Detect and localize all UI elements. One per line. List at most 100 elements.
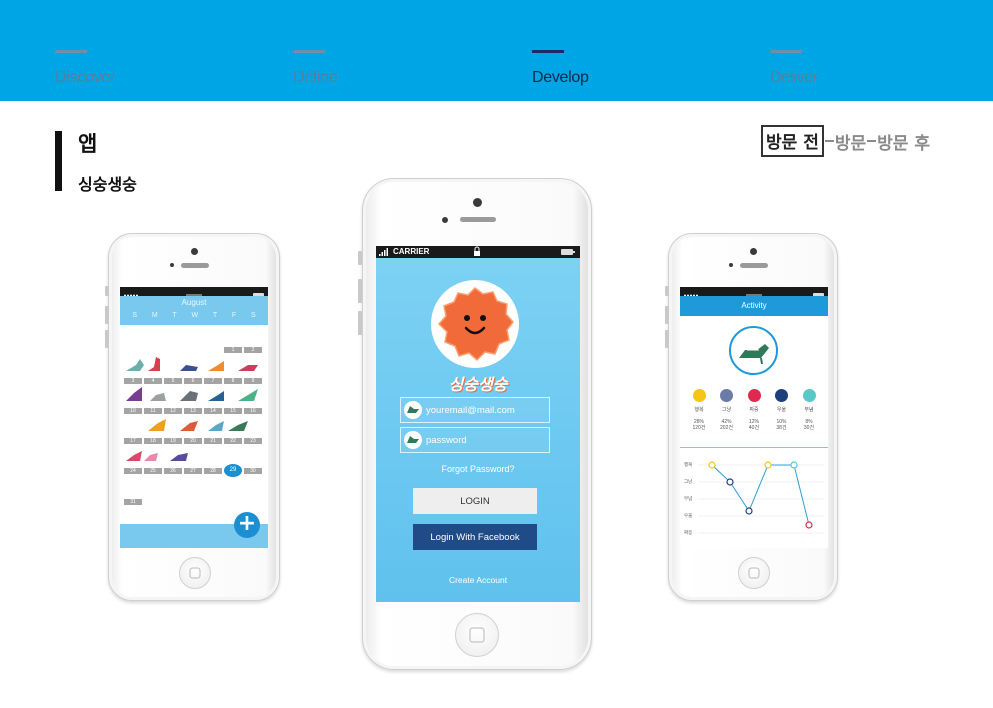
calendar-day[interactable]: 5 xyxy=(164,378,182,384)
calendar-day xyxy=(184,347,202,353)
calendar-day[interactable]: 23 xyxy=(244,438,262,444)
calendar-day[interactable]: 31 xyxy=(124,499,142,505)
home-square-icon xyxy=(189,567,201,579)
facebook-login-button[interactable]: Login With Facebook xyxy=(413,524,537,550)
stage-tick xyxy=(293,50,325,53)
calendar-week: 24 25 26 27 28 29 30 xyxy=(124,464,262,477)
email-field[interactable] xyxy=(400,397,550,423)
forgot-password-link[interactable]: Forgot Password? xyxy=(376,464,580,474)
dow-label: T xyxy=(172,312,177,319)
stage-label: Deliver xyxy=(770,69,818,86)
chart-point xyxy=(726,478,734,486)
front-camera-icon xyxy=(750,248,757,255)
calendar-day[interactable]: 30 xyxy=(244,468,262,474)
calendar-day[interactable]: 21 xyxy=(204,438,222,444)
home-button[interactable] xyxy=(738,557,770,589)
battery-icon xyxy=(561,249,575,255)
stage-tick xyxy=(532,50,564,53)
shoe-icon xyxy=(126,451,188,461)
calendar-day xyxy=(184,499,202,505)
calendar-day[interactable]: 27 xyxy=(184,468,202,474)
home-button[interactable] xyxy=(455,613,499,657)
calendar-day[interactable]: 17 xyxy=(124,438,142,444)
shoe-avatar-icon xyxy=(404,431,422,449)
phone-side-button xyxy=(105,306,109,324)
shoe-icon xyxy=(148,419,248,431)
home-square-icon xyxy=(469,627,485,643)
journey-current-step: 방문 전 xyxy=(761,125,824,157)
calendar-day[interactable]: 14 xyxy=(204,408,222,414)
activity-screen: Activity 행복 28% 120건 그냥 42% 202건 짜증 12% … xyxy=(680,287,828,548)
calendar-day-today[interactable]: 29 xyxy=(224,464,242,477)
days-of-week: S M T W T F S xyxy=(120,312,268,319)
status-bar xyxy=(120,287,268,298)
calendar-day xyxy=(164,347,182,353)
process-bar: Discover Define Develop Deliver xyxy=(0,0,993,101)
home-button[interactable] xyxy=(179,557,211,589)
calendar-day[interactable]: 13 xyxy=(184,408,202,414)
calendar-day xyxy=(204,347,222,353)
phone-calendar: August S M T W T F S 1 2 3 4 5 6 7 8 9 1… xyxy=(105,233,280,601)
calendar-day[interactable]: 9 xyxy=(244,378,262,384)
dow-label: M xyxy=(151,312,158,319)
calendar-day[interactable]: 26 xyxy=(164,468,182,474)
journey-connector xyxy=(867,140,877,142)
phone-side-button xyxy=(665,306,669,324)
calendar-day[interactable]: 6 xyxy=(184,378,202,384)
calendar-day[interactable]: 16 xyxy=(244,408,262,414)
login-button[interactable]: LOGIN xyxy=(413,488,537,514)
stage-develop[interactable]: Develop xyxy=(532,50,589,87)
shoe-icon xyxy=(126,387,258,401)
calendar-day[interactable]: 11 xyxy=(144,408,162,414)
calendar-day[interactable]: 19 xyxy=(164,438,182,444)
calendar-month: August xyxy=(181,298,207,307)
journey-connector xyxy=(824,140,834,142)
shoe-avatar-icon xyxy=(404,401,422,419)
status-bar: CARRIER xyxy=(376,246,580,258)
chart-point xyxy=(745,507,753,515)
calendar-week: 3 4 5 6 7 8 9 xyxy=(124,378,262,384)
password-input[interactable] xyxy=(426,428,548,452)
stage-deliver[interactable]: Deliver xyxy=(770,50,818,87)
journey-step: 방문 후 xyxy=(877,133,930,154)
chart-point xyxy=(764,461,772,469)
calendar-day[interactable]: 10 xyxy=(124,408,142,414)
calendar-day xyxy=(124,347,142,353)
stage-label: Develop xyxy=(532,69,589,86)
chart-point xyxy=(790,461,798,469)
calendar-day[interactable]: 7 xyxy=(204,378,222,384)
lock-icon xyxy=(474,246,480,256)
calendar-day[interactable]: 2 xyxy=(244,347,262,353)
calendar-day[interactable]: 22 xyxy=(224,438,242,444)
phone-side-button xyxy=(665,330,669,348)
stage-discover[interactable]: Discover xyxy=(55,50,115,87)
sensor-icon xyxy=(729,263,733,267)
calendar-week: 17 18 19 20 21 22 23 xyxy=(124,438,262,444)
calendar-day[interactable]: 8 xyxy=(224,378,242,384)
email-input[interactable] xyxy=(426,398,548,422)
calendar-day xyxy=(144,499,162,505)
calendar-day[interactable]: 20 xyxy=(184,438,202,444)
calendar-day[interactable]: 12 xyxy=(164,408,182,414)
front-camera-icon xyxy=(473,198,482,207)
calendar-day[interactable]: 25 xyxy=(144,468,162,474)
phone-side-button xyxy=(105,286,109,296)
calendar-day[interactable]: 1 xyxy=(224,347,242,353)
calendar-day[interactable]: 15 xyxy=(224,408,242,414)
password-field[interactable] xyxy=(400,427,550,453)
calendar-day xyxy=(204,499,222,505)
calendar-day[interactable]: 28 xyxy=(204,468,222,474)
calendar-day[interactable]: 3 xyxy=(124,378,142,384)
chart-gridlines xyxy=(698,464,824,534)
calendar-week: 10 11 12 13 14 15 16 xyxy=(124,408,262,414)
app-name: 싱숭생숭 xyxy=(448,375,508,394)
stage-define[interactable]: Define xyxy=(293,50,338,87)
calendar-day[interactable]: 24 xyxy=(124,468,142,474)
mood-line-chart xyxy=(698,461,824,534)
create-account-link[interactable]: Create Account xyxy=(376,575,580,585)
calendar-week: 1 2 xyxy=(124,347,262,353)
dow-label: S xyxy=(250,312,256,319)
calendar-day[interactable]: 4 xyxy=(144,378,162,384)
add-entry-button[interactable]: + xyxy=(234,512,260,538)
calendar-day[interactable]: 18 xyxy=(144,438,162,444)
